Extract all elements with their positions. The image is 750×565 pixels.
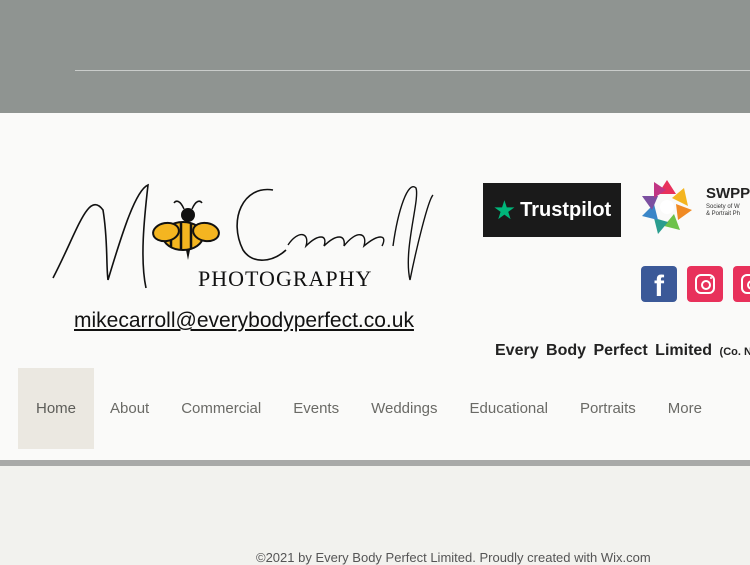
bee-icon (152, 200, 220, 260)
facebook-icon: f (654, 270, 664, 303)
top-band (0, 0, 750, 113)
trustpilot-badge[interactable]: ★ Trustpilot (483, 183, 621, 237)
company-name: Every Body Perfect Limited (Co. N (495, 342, 750, 360)
swpp-flower-icon (642, 180, 692, 234)
nav-item-home[interactable]: Home (18, 368, 95, 449)
site-logo[interactable]: PHOTOGRAPHY (48, 170, 438, 300)
swpp-subtitle: Society of W & Portrait Ph (706, 204, 740, 218)
nav-item-educational[interactable]: Educational (454, 368, 564, 449)
nav-item-more[interactable]: More (652, 368, 718, 449)
instagram-link-2[interactable] (733, 266, 750, 302)
logo-subtitle: PHOTOGRAPHY (198, 266, 373, 291)
instagram-icon (695, 274, 715, 294)
instagram-icon (741, 274, 750, 294)
instagram-link[interactable] (687, 266, 723, 302)
nav-item-commercial[interactable]: Commercial (165, 368, 277, 449)
company-number: (Co. N (719, 346, 750, 358)
facebook-link[interactable]: f (641, 266, 677, 303)
nav-item-portraits[interactable]: Portraits (564, 368, 652, 449)
nav-item-about[interactable]: About (94, 368, 165, 449)
main-nav: Home About Commercial Events Weddings Ed… (18, 368, 718, 449)
nav-item-events[interactable]: Events (277, 368, 355, 449)
swpp-subtitle-line1: Society of W (706, 204, 740, 210)
top-divider (75, 70, 750, 71)
nav-item-weddings[interactable]: Weddings (355, 368, 453, 449)
company-name-text: Every Body Perfect Limited (495, 342, 713, 359)
header-shadow (0, 460, 750, 466)
contact-email-link[interactable]: mikecarroll@everybodyperfect.co.uk (74, 309, 414, 333)
swpp-subtitle-line2: & Portrait Ph (706, 211, 741, 217)
trustpilot-label: Trustpilot (520, 198, 612, 221)
swpp-name: SWPP (706, 185, 750, 202)
star-icon: ★ (492, 195, 517, 225)
swpp-logo[interactable]: SWPP Society of W & Portrait Ph (636, 176, 750, 238)
